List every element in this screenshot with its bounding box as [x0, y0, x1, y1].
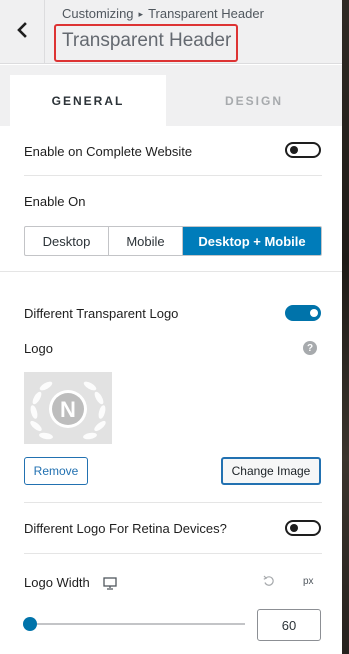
laurel-logo-image: N: [30, 381, 106, 440]
retina-logo-toggle[interactable]: [285, 520, 321, 536]
preview-edge: [342, 0, 349, 654]
toggle-knob: [290, 146, 298, 154]
toggle-knob: [290, 524, 298, 532]
change-image-button[interactable]: Change Image: [221, 457, 321, 485]
reset-icon[interactable]: [262, 574, 276, 588]
divider: [24, 175, 322, 176]
different-logo-label: Different Transparent Logo: [24, 306, 179, 321]
enable-complete-toggle[interactable]: [285, 142, 321, 158]
logo-letter: N: [60, 397, 76, 422]
question-icon[interactable]: ?: [303, 341, 317, 355]
divider: [24, 553, 322, 554]
back-button[interactable]: [0, 0, 45, 64]
enable-complete-label: Enable on Complete Website: [24, 144, 193, 159]
section-divider: [0, 271, 342, 272]
desktop-icon[interactable]: [102, 575, 118, 591]
enable-on-segmented-control: Desktop Mobile Desktop + Mobile: [24, 226, 322, 256]
unit-selector[interactable]: px: [303, 576, 314, 587]
enable-on-mobile-button[interactable]: Mobile: [109, 227, 183, 255]
different-logo-toggle[interactable]: [285, 305, 321, 321]
customizer-panel: Customizing ▸ Transparent Header Transpare…: [0, 0, 342, 654]
slider-thumb[interactable]: [23, 617, 37, 631]
enable-on-label: Enable On: [24, 194, 86, 209]
retina-logo-label: Different Logo For Retina Devices?: [24, 521, 227, 536]
remove-logo-button[interactable]: Remove: [24, 457, 88, 485]
logo-thumbnail[interactable]: N: [24, 372, 112, 444]
tab-design[interactable]: DESIGN: [166, 75, 342, 126]
tabs-bar: GENERAL DESIGN: [0, 65, 342, 126]
logo-width-label: Logo Width: [24, 575, 90, 590]
enable-on-desktop-button[interactable]: Desktop: [25, 227, 109, 255]
logo-width-slider[interactable]: [29, 623, 245, 625]
breadcrumb-current: Transparent Header: [148, 6, 264, 21]
breadcrumb-parent: Customizing: [62, 6, 134, 21]
enable-on-desktop-mobile-button[interactable]: Desktop + Mobile: [183, 227, 321, 255]
breadcrumb: Customizing ▸ Transparent Header: [62, 6, 264, 21]
chevron-left-icon: [16, 21, 28, 43]
section-header: Customizing ▸ Transparent Header Transpare…: [0, 0, 342, 64]
logo-label: Logo: [24, 341, 53, 356]
breadcrumb-separator: ▸: [138, 9, 144, 19]
tab-general[interactable]: GENERAL: [10, 75, 166, 126]
page-title: Transparent Header: [62, 30, 232, 51]
divider: [24, 502, 322, 503]
toggle-knob: [310, 309, 318, 317]
logo-width-input[interactable]: 60: [257, 609, 321, 641]
